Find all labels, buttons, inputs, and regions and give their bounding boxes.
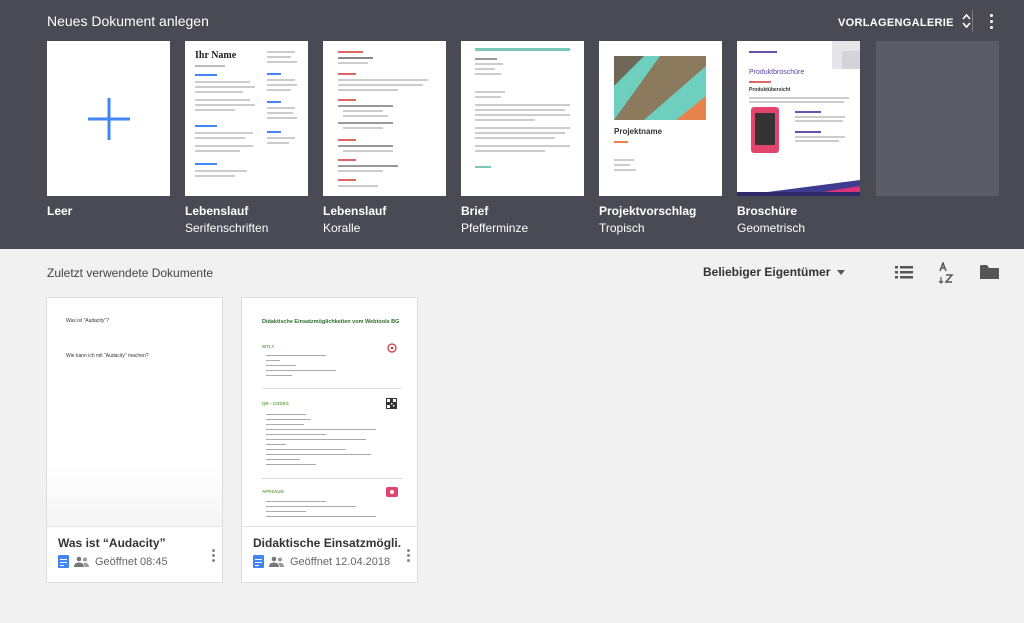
doc-title: Didaktische Einsatzmögli... (253, 536, 401, 550)
template-thumbnail[interactable]: Produktbroschüre Produktübersicht (737, 41, 860, 196)
more-vert-icon[interactable] (404, 548, 412, 564)
template-subtitle: Pfefferminze (461, 221, 529, 235)
plus-icon (88, 98, 130, 140)
template-project-tropical[interactable]: Projektname Projektvorschlag Tropisch (599, 41, 722, 235)
recent-doc-card[interactable]: Was ist “Audacity”? Wie kann ich mit “Au… (46, 297, 223, 583)
template-more-placeholder (876, 41, 999, 196)
template-name: Projektvorschlag (599, 204, 697, 218)
owner-filter-label: Beliebiger Eigentümer (703, 265, 831, 279)
shared-people-icon (74, 556, 89, 567)
sort-az-icon[interactable] (937, 260, 955, 289)
template-thumbnail[interactable] (47, 41, 170, 196)
template-thumbnail[interactable]: Projektname (599, 41, 722, 196)
unfold-icon (962, 13, 971, 32)
new-document-title: Neues Dokument anlegen (47, 13, 209, 29)
tropical-graphic (614, 56, 706, 120)
doc-preview: Was ist “Audacity”? Wie kann ich mit “Au… (47, 298, 222, 527)
template-resume-coral[interactable]: Lebenslauf Koralle (323, 41, 446, 235)
geometric-footer (737, 180, 860, 196)
doc-icon (253, 555, 264, 568)
chevron-down-icon (837, 269, 846, 275)
more-vert-icon[interactable] (209, 548, 217, 564)
preview-title: Didaktische Einsatzmöglichkeiten vom Web… (262, 319, 400, 325)
template-name: Leer (47, 204, 73, 218)
doc-preview: Didaktische Einsatzmöglichkeiten vom Web… (242, 298, 417, 527)
preview-section: APPZAUN (262, 489, 284, 494)
template-subtitle: Tropisch (599, 221, 645, 235)
divider (972, 10, 973, 32)
template-letter-mint[interactable]: Brief Pfefferminze (461, 41, 584, 235)
owner-filter-dropdown[interactable]: Beliebiger Eigentümer (703, 265, 846, 279)
template-blank[interactable]: Leer (47, 41, 170, 218)
preview-section: WTLY (262, 344, 275, 349)
template-name: Broschüre (737, 204, 798, 218)
template-name: Lebenslauf (185, 204, 249, 218)
template-gallery-button[interactable]: VORLAGENGALERIE (838, 13, 971, 32)
preview-logo-icon (387, 343, 397, 353)
thumb-heading: Produktbroschüre (749, 69, 805, 76)
qr-code-icon (386, 398, 397, 409)
thumb-heading: Projektname (614, 127, 663, 136)
template-brochure-geometric[interactable]: Produktbroschüre Produktübersicht Brosch… (737, 41, 860, 235)
more-vert-icon[interactable] (985, 12, 997, 30)
thumb-heading: Ihr Name (195, 50, 237, 61)
recent-documents-title: Zuletzt verwendete Dokumente (47, 266, 214, 280)
template-thumbnail[interactable] (323, 41, 446, 196)
preview-app-icon (386, 487, 398, 497)
thumb-subheading: Produktübersicht (749, 87, 791, 93)
template-resume-serif[interactable]: Ihr Name Lebenslauf Serifenschriften (185, 41, 308, 235)
template-name: Brief (461, 204, 489, 218)
folder-icon[interactable] (980, 264, 999, 285)
opened-timestamp: Geöffnet 12.04.2018 (290, 555, 391, 568)
doc-icon (58, 555, 69, 568)
template-subtitle: Geometrisch (737, 221, 806, 235)
doc-title: Was ist “Audacity” (58, 536, 166, 550)
template-gallery-bar: Neues Dokument anlegen VORLAGENGALERIE L… (0, 0, 1024, 249)
preview-title: Was ist “Audacity”? (66, 318, 109, 324)
template-thumbnail[interactable]: Ihr Name (185, 41, 308, 196)
preview-section: QR - CODES (262, 401, 289, 406)
template-subtitle: Serifenschriften (185, 221, 269, 235)
opened-timestamp: Geöffnet 08:45 (95, 555, 168, 568)
template-subtitle: Koralle (323, 221, 361, 235)
template-thumbnail[interactable] (461, 41, 584, 196)
list-view-icon[interactable] (895, 262, 913, 287)
template-gallery-label: VORLAGENGALERIE (838, 16, 954, 29)
shared-people-icon (269, 556, 284, 567)
template-name: Lebenslauf (323, 204, 387, 218)
recent-doc-card[interactable]: Didaktische Einsatzmöglichkeiten vom Web… (241, 297, 418, 583)
preview-line: Wie kann ich mit “Audacity” machen? (66, 353, 149, 359)
